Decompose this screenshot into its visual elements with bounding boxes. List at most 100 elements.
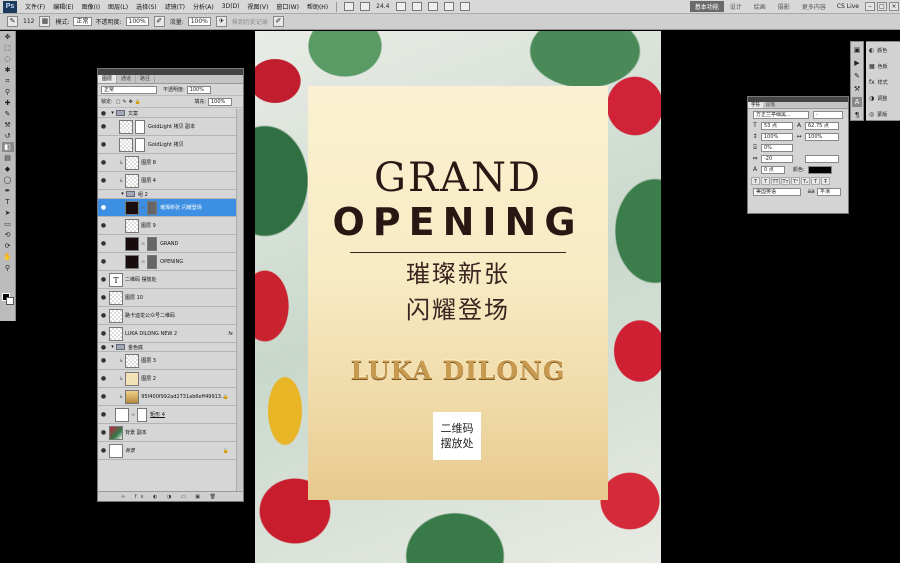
menu-edit[interactable]: 编辑(E) [49,2,77,11]
close-icon[interactable]: × [889,2,899,11]
mode-select[interactable]: 正常 [73,17,92,26]
rotate-view-button[interactable] [427,2,438,11]
visibility-eye-icon[interactable]: ● [98,294,109,301]
lasso-tool-icon[interactable]: ◌ [2,54,14,64]
layer-row[interactable]: ● T 二维码 摆放处 [98,271,237,289]
tab-paragraph[interactable]: 段落 [763,102,778,108]
visibility-eye-icon[interactable]: ● [98,312,109,319]
layer-row[interactable]: ● ↳ 图层 8 [98,154,237,172]
workspace-more[interactable]: 更多内容 [796,2,832,11]
tsume-field[interactable]: 0% [761,143,793,152]
layer-group[interactable]: ● ▾ 金色底 [98,343,237,352]
layer-row[interactable]: ● ↳ 图层 2 [98,370,237,388]
opacity-field[interactable]: 100% [125,17,149,26]
layer-row[interactable]: ● ∞ 矩形 4 [98,406,237,424]
pen-tool-icon[interactable]: ✒ [2,186,14,196]
dodge-tool-icon[interactable]: ◯ [2,175,14,185]
airbrush-icon[interactable]: ✈ [215,16,227,27]
layer-row[interactable]: ● ↳ 图层 4 [98,172,237,190]
font-size-field[interactable]: 53 点 [761,121,793,130]
text-color-swatch[interactable] [807,165,832,174]
history-brush-icon[interactable]: ↺ [2,131,14,141]
menu-view[interactable]: 视图(V) [244,2,273,11]
clone-source-icon[interactable]: ⚒ [852,84,862,94]
visibility-eye-icon[interactable]: ● [98,357,109,364]
superscript-button[interactable]: T¹ [791,176,800,185]
fill-field[interactable]: 100% [208,97,232,106]
language-select[interactable]: 美国英语 [753,187,801,196]
tab-character[interactable]: 字符 [748,102,763,108]
3d-orbit-tool-icon[interactable]: ⟳ [2,241,14,251]
blend-mode-select[interactable]: 正常 [101,85,157,94]
layer-row[interactable]: ● GoldLight 拷贝 副本 [98,118,237,136]
layer-effects-icon[interactable]: fx [228,331,233,337]
subscript-button[interactable]: T₁ [801,176,810,185]
menu-window[interactable]: 窗口(W) [272,2,303,11]
brush-presets-icon[interactable]: ✎ [852,71,862,81]
menu-3d[interactable]: 3D(D) [218,3,244,10]
layer-row-selected[interactable]: ● ∞ 璀璨新张 闪耀登场 [98,199,237,217]
hand-tool-button[interactable] [395,2,406,11]
visibility-eye-icon[interactable]: ● [98,123,109,130]
menu-filter[interactable]: 滤镜(T) [161,2,189,11]
brush-tool-icon[interactable]: ✎ [2,109,14,119]
healing-tool-icon[interactable]: ✚ [2,98,14,108]
horizontal-scale-field[interactable]: 100% [805,132,839,141]
hand-tool-icon[interactable]: ✋ [2,252,14,262]
visibility-eye-icon[interactable]: ● [98,204,109,211]
lock-icons[interactable]: ▢✎✥🔒 [116,99,143,105]
background-color-swatch[interactable] [6,297,14,305]
small-caps-button[interactable]: Tт [781,176,790,185]
visibility-eye-icon[interactable]: ● [98,276,109,283]
visibility-eye-icon[interactable]: ● [98,110,109,117]
all-caps-button[interactable]: TT [771,176,780,185]
document-canvas[interactable]: GRAND OPENING 璀璨新张 闪耀登场 LUKA DILONG 二维码 … [255,31,661,563]
layer-group[interactable]: ▾ 组 2 [98,190,237,199]
underline-button[interactable]: T [811,176,820,185]
dock-masks[interactable]: ◎ 蒙版 [866,106,900,122]
font-style-select[interactable]: - [813,110,843,119]
character-panel-icon[interactable]: A [852,97,862,107]
layer-mask-thumbnail[interactable] [147,236,158,251]
layer-row[interactable]: ● LUKA DILONG NEW 2 fx [98,325,237,343]
layer-row[interactable]: ● 背景 🔒 [98,442,237,460]
visibility-eye-icon[interactable]: ● [98,177,109,184]
shape-tool-icon[interactable]: ▭ [2,219,14,229]
zoom-tool-button[interactable] [411,2,422,11]
menu-analysis[interactable]: 分析(A) [189,2,218,11]
type-tool-icon[interactable]: T [2,197,14,207]
eraser-tool-icon[interactable]: ◧ [1,142,14,152]
quick-select-tool-icon[interactable]: ✱ [2,65,14,75]
menu-layer[interactable]: 图层(L) [104,2,132,11]
font-family-select[interactable]: 方正兰亭细黑... [753,110,809,119]
move-tool-icon[interactable]: ✥ [2,32,14,42]
arrange-documents-button[interactable] [443,2,454,11]
faux-bold-button[interactable]: T [751,176,760,185]
menu-file[interactable]: 文件(F) [21,2,49,11]
restore-icon[interactable]: □ [877,2,887,11]
path-select-tool-icon[interactable]: ➤ [2,208,14,218]
workspace-photography[interactable]: 摄影 [772,2,796,11]
dock-adjustments[interactable]: ◑ 调整 [866,90,900,106]
visibility-eye-icon[interactable]: ● [98,375,109,382]
tab-channels[interactable]: 通道 [117,75,137,83]
workspace-design[interactable]: 设计 [724,2,748,11]
zoom-tool-icon[interactable]: ⚲ [2,263,14,273]
visibility-eye-icon[interactable]: ● [98,141,109,148]
layer-mask-thumbnail[interactable] [135,137,145,152]
layers-footer[interactable]: ∞ fx ◐ ◑ ▭ ▣ 🗑 [98,491,243,501]
visibility-eye-icon[interactable]: ● [98,258,109,265]
tracking-field[interactable]: -20 [761,154,793,163]
paragraph-panel-icon[interactable]: ¶ [852,110,862,120]
layer-row[interactable]: ● ∞ OPENING [98,253,237,271]
gradient-tool-icon[interactable]: ▤ [2,153,14,163]
baseline-shift-field[interactable]: 0 点 [761,165,785,174]
eyedropper-tool-icon[interactable]: ⚲ [2,87,14,97]
layer-row[interactable]: ● ↳ 图层 3 [98,352,237,370]
eraser-tool-icon[interactable]: ✎ [7,16,18,27]
visibility-eye-icon[interactable]: ● [98,393,109,400]
brush-panel-icon[interactable]: ▦ [39,16,51,27]
vertical-scale-field[interactable]: 100% [761,132,793,141]
layer-row[interactable]: ● 图层 10 [98,289,237,307]
visibility-eye-icon[interactable]: ● [98,330,109,337]
